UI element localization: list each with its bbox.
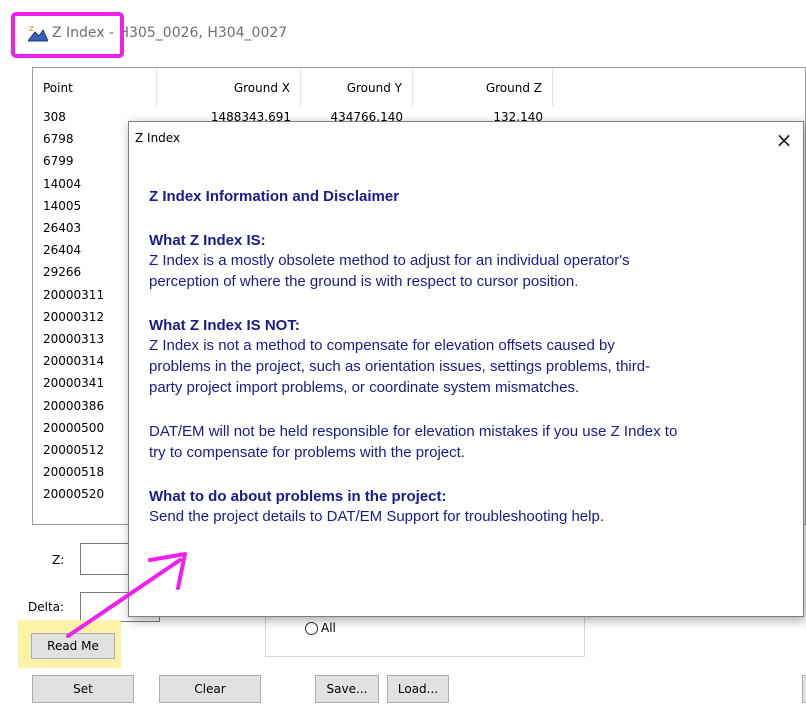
- table-row-point[interactable]: 20000311: [43, 284, 104, 306]
- title-highlight-annotation: [11, 12, 124, 58]
- what-to-do-line-1: Send the project details to DAT/EM Suppo…: [149, 508, 604, 525]
- column-header-ground-x[interactable]: Ground X: [157, 68, 301, 106]
- partial-button[interactable]: [802, 675, 806, 703]
- column-header-ground-z[interactable]: Ground Z: [413, 68, 553, 106]
- disclaimer-line-2: try to compensate for problems with the …: [149, 444, 465, 461]
- table-row-point[interactable]: 20000500: [43, 417, 104, 439]
- what-is-line-1: Z Index is a mostly obsolete method to a…: [149, 252, 630, 269]
- what-to-do-heading: What to do about problems in the project…: [149, 488, 447, 505]
- column-header-point[interactable]: Point: [33, 68, 157, 106]
- table-row-point[interactable]: 6798: [43, 128, 74, 150]
- what-is-not-line-3: party project import problems, or coordi…: [149, 379, 580, 396]
- table-row-point[interactable]: 20000314: [43, 350, 104, 372]
- table-row-point[interactable]: 20000520: [43, 483, 104, 505]
- table-row-point[interactable]: 20000518: [43, 461, 104, 483]
- all-radio-label[interactable]: All: [321, 621, 336, 635]
- dialog-heading: Z Index Information and Disclaimer: [149, 188, 400, 205]
- table-row-point[interactable]: 20000386: [43, 395, 104, 417]
- set-button[interactable]: Set: [32, 675, 134, 703]
- table-row-point[interactable]: 20000341: [43, 372, 104, 394]
- table-row-point[interactable]: 26403: [43, 217, 81, 239]
- table-row-point[interactable]: 14004: [43, 173, 81, 195]
- column-header-ground-y[interactable]: Ground Y: [301, 68, 413, 106]
- what-is-line-2: perception of where the ground is with r…: [149, 273, 579, 290]
- what-is-not-line-1: Z Index is not a method to compensate fo…: [149, 337, 615, 354]
- disclaimer-line-1: DAT/EM will not be held responsible for …: [149, 423, 678, 440]
- table-header: Point Ground X Ground Y Ground Z: [33, 68, 805, 106]
- close-icon[interactable]: ×: [769, 125, 799, 155]
- table-row-point[interactable]: 20000312: [43, 306, 104, 328]
- dialog-title: Z Index: [135, 131, 181, 145]
- save-button[interactable]: Save...: [315, 675, 379, 703]
- z-input[interactable]: [80, 543, 130, 575]
- table-row-point[interactable]: 20000313: [43, 328, 104, 350]
- what-is-not-heading: What Z Index IS NOT:: [149, 317, 300, 334]
- table-row-point[interactable]: 26404: [43, 239, 81, 261]
- z-index-info-dialog: Z Index × Z Index Information and Discla…: [128, 121, 804, 617]
- table-row-point[interactable]: 20000512: [43, 439, 104, 461]
- what-is-heading: What Z Index IS:: [149, 232, 266, 249]
- table-row-point[interactable]: 29266: [43, 261, 81, 283]
- clear-button[interactable]: Clear: [159, 675, 261, 703]
- z-label: Z:: [52, 553, 65, 567]
- table-row-point[interactable]: 14005: [43, 195, 81, 217]
- table-row-point[interactable]: 6799: [43, 150, 74, 172]
- all-radio-button[interactable]: [305, 622, 318, 635]
- what-is-not-line-2: problems in the project, such as orienta…: [149, 358, 651, 375]
- read-me-button[interactable]: Read Me: [31, 633, 115, 659]
- delta-label: Delta:: [28, 600, 65, 614]
- load-button[interactable]: Load...: [387, 675, 449, 703]
